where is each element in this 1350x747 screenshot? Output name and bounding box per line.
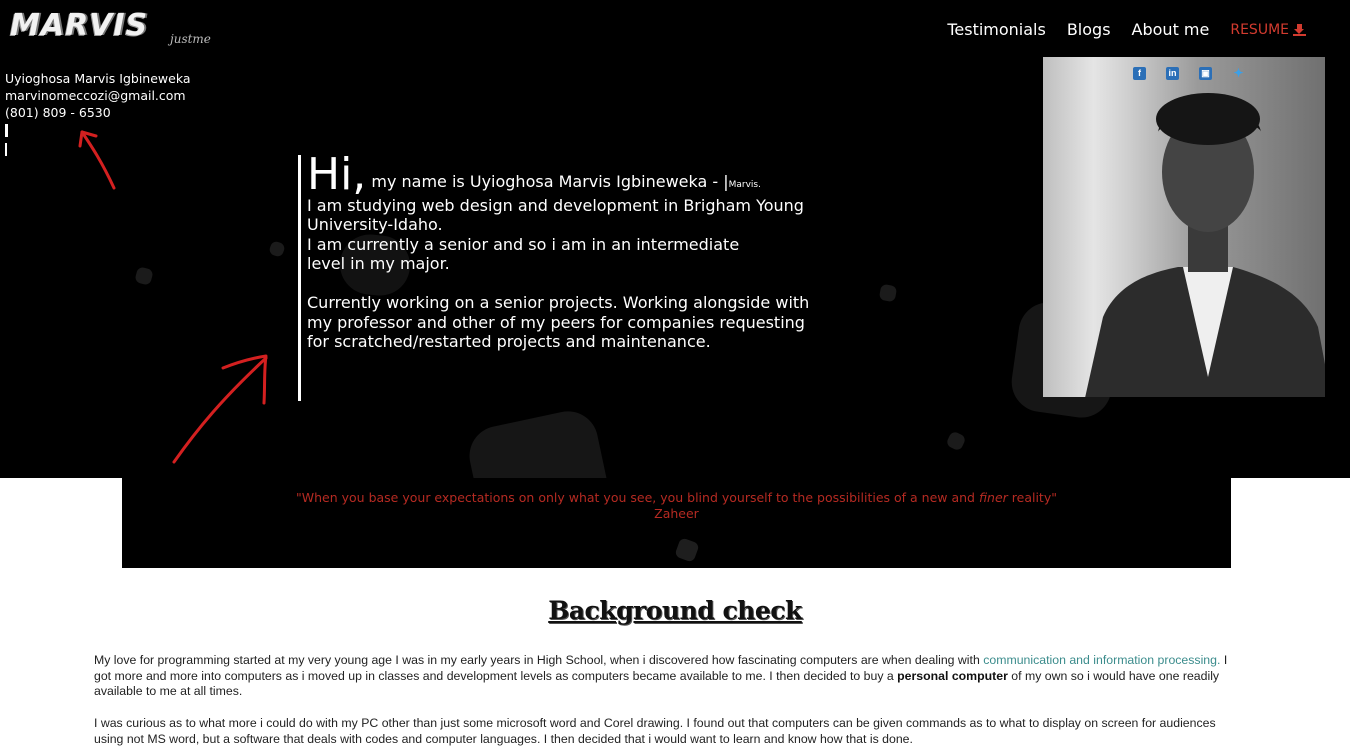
intro-senior-line-1: I am currently a senior and so i am in a… bbox=[307, 234, 740, 254]
quote-emphasis: finer bbox=[978, 490, 1008, 505]
nav-testimonials[interactable]: Testimonials bbox=[947, 20, 1046, 39]
bg-p1-bold: personal computer bbox=[897, 668, 1008, 683]
facebook-icon[interactable]: f bbox=[1133, 67, 1146, 80]
bg-p1-link: communication and information processing… bbox=[983, 653, 1221, 667]
nav-resume[interactable]: RESUME bbox=[1230, 22, 1306, 38]
nav-about-me[interactable]: About me bbox=[1132, 20, 1210, 39]
intro-projects: Currently working on a senior projects. … bbox=[307, 293, 810, 351]
quote-part-b: reality" bbox=[1007, 490, 1057, 505]
decorative-square bbox=[878, 283, 898, 303]
linkedin-icon[interactable]: in bbox=[1166, 67, 1179, 80]
main-nav: Testimonials Blogs About me RESUME bbox=[947, 20, 1306, 39]
bg-p1-part-a: My love for programming started at my ve… bbox=[94, 653, 984, 667]
logo-tagline: justme bbox=[170, 32, 211, 46]
text-cursor bbox=[5, 124, 8, 137]
decorative-square bbox=[268, 240, 286, 258]
decorative-square bbox=[674, 537, 700, 563]
background-paragraph-1: My love for programming started at my ve… bbox=[94, 653, 1244, 700]
resume-label: RESUME bbox=[1230, 21, 1289, 38]
annotation-arrow bbox=[172, 354, 268, 464]
quote-author: Zaheer bbox=[654, 506, 699, 521]
background-paragraph-2: I was curious as to what more i could do… bbox=[94, 716, 1216, 746]
logo-text: MARVIS bbox=[10, 8, 149, 43]
intro-hi: Hi, bbox=[307, 149, 367, 200]
intro-text: Hi, my name is Uyioghosa Marvis Igbinewe… bbox=[298, 153, 828, 401]
contact-info: Uyioghosa Marvis Igbineweka marvinomecco… bbox=[5, 70, 191, 121]
instagram-icon[interactable]: ▣ bbox=[1199, 67, 1212, 80]
annotation-arrow bbox=[78, 130, 116, 190]
nav-blogs[interactable]: Blogs bbox=[1067, 20, 1111, 39]
intro-nickname: Marvis. bbox=[728, 180, 761, 190]
section-title: Background check bbox=[548, 596, 802, 625]
profile-photo: f in ▣ ✦ bbox=[1043, 57, 1325, 397]
decorative-square bbox=[945, 430, 967, 452]
contact-phone: (801) 809 - 6530 bbox=[5, 105, 111, 120]
quote-part-a: "When you base your expectations on only… bbox=[296, 490, 979, 505]
social-links: f in ▣ ✦ bbox=[1133, 67, 1245, 80]
site-logo[interactable]: MARVIS justme bbox=[10, 8, 211, 46]
quote-text: "When you base your expectations on only… bbox=[122, 490, 1231, 522]
intro-senior-line-2: level in my major. bbox=[307, 254, 450, 273]
download-icon bbox=[1293, 23, 1306, 36]
contact-email: marvinomeccozi@gmail.com bbox=[5, 88, 186, 103]
decorative-square bbox=[463, 405, 617, 478]
contact-name: Uyioghosa Marvis Igbineweka bbox=[5, 71, 191, 86]
hero-section: MARVIS justme Testimonials Blogs About m… bbox=[0, 0, 1350, 478]
quote-section: "When you base your expectations on only… bbox=[122, 478, 1231, 568]
person-silhouette bbox=[1085, 93, 1325, 397]
intro-study: I am studying web design and development… bbox=[307, 195, 804, 235]
twitter-icon[interactable]: ✦ bbox=[1232, 67, 1245, 80]
decorative-square bbox=[134, 266, 154, 286]
intro-name-line: my name is Uyioghosa Marvis Igbineweka -… bbox=[366, 172, 729, 191]
text-cursor bbox=[5, 143, 7, 156]
